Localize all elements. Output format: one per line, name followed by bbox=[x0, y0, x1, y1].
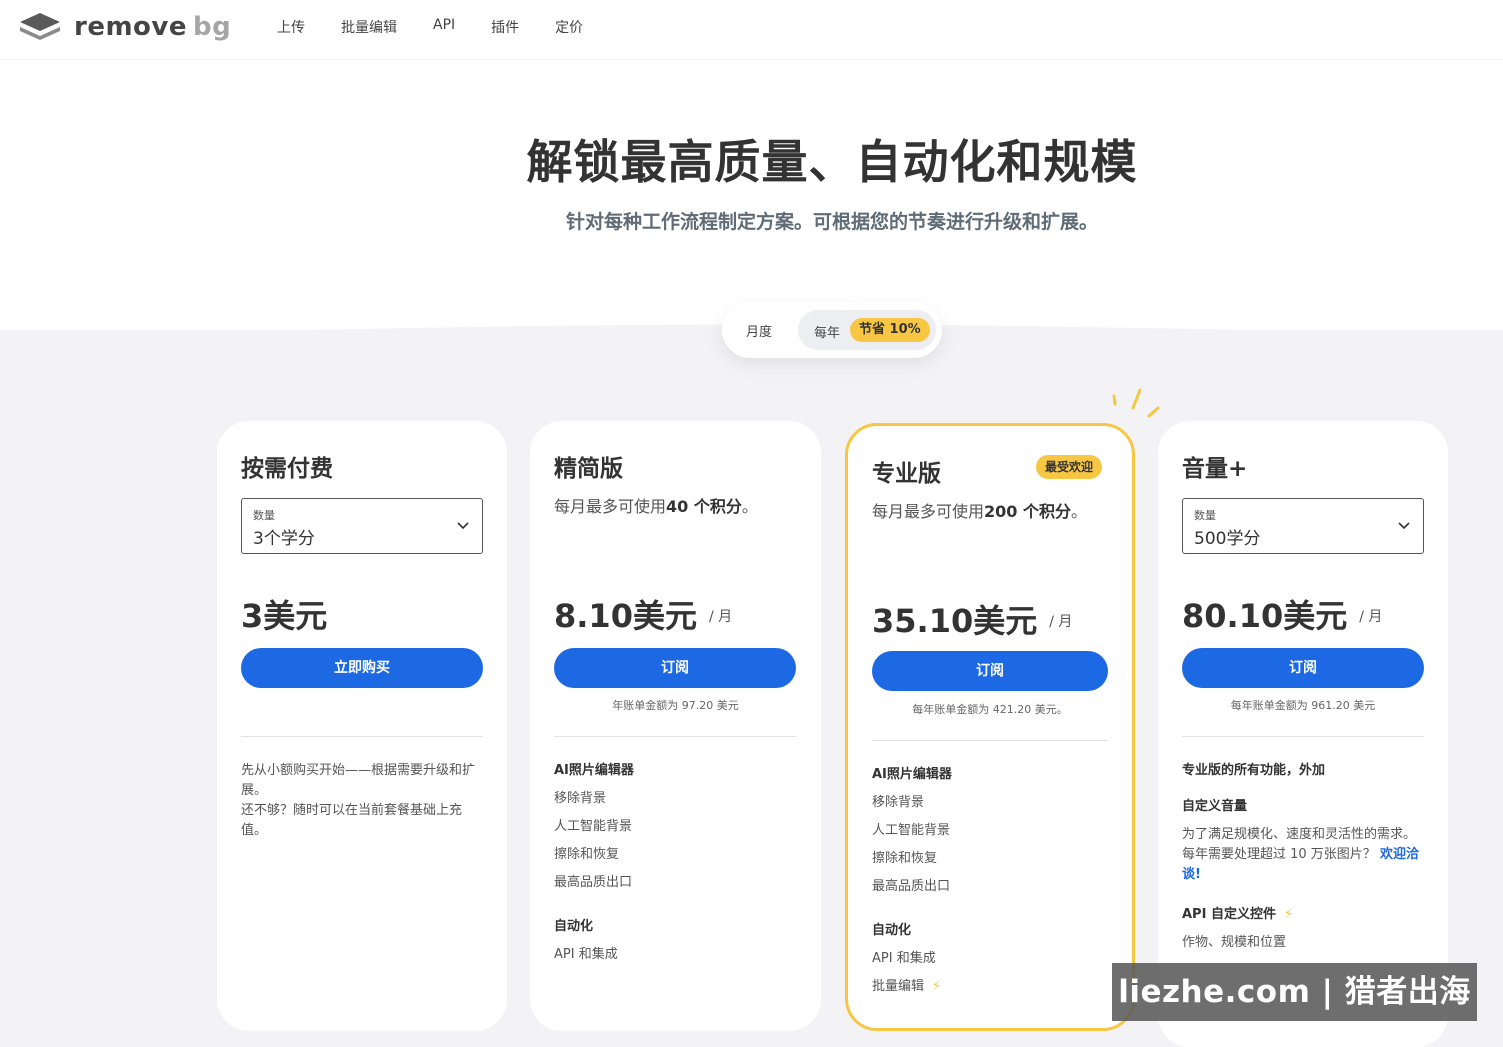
chevron-down-icon bbox=[457, 522, 469, 530]
billing-note: 每年账单金额为 961.20 美元 bbox=[1230, 699, 1376, 712]
select-label: 数量 bbox=[253, 509, 275, 522]
logo-text-bg: bg bbox=[193, 12, 232, 42]
nav-api[interactable]: API bbox=[433, 17, 455, 37]
billing-toggle: 月度 每年 节省 10% bbox=[722, 302, 942, 358]
nav-upload[interactable]: 上传 bbox=[277, 17, 305, 37]
select-value: 500学分 bbox=[1194, 529, 1261, 549]
price-period: / 月 bbox=[708, 609, 733, 625]
feature-group-title: 自动化 bbox=[554, 919, 594, 934]
nav-plugins[interactable]: 插件 bbox=[491, 17, 519, 37]
main-nav: 上传 批量编辑 API 插件 定价 bbox=[277, 17, 583, 37]
plan-description: 每月最多可使用40 个积分。 bbox=[554, 497, 758, 516]
feature-group-title: API 自定义控件 ⚡ bbox=[1182, 907, 1294, 922]
feature-group-title: AI照片编辑器 bbox=[872, 767, 952, 782]
divider bbox=[1182, 736, 1424, 737]
select-label: 数量 bbox=[1194, 509, 1216, 522]
nav-pricing[interactable]: 定价 bbox=[555, 17, 583, 37]
chevron-down-icon bbox=[1398, 522, 1410, 530]
subscribe-button[interactable]: 订阅 bbox=[872, 651, 1108, 691]
feature-item: 擦除和恢复 bbox=[554, 847, 620, 862]
price-period: / 月 bbox=[1049, 614, 1073, 630]
feature-item: API 和集成 bbox=[872, 951, 936, 966]
plan-price: 3美元 bbox=[241, 597, 328, 635]
divider bbox=[554, 736, 796, 737]
feature-list: AI照片编辑器 移除背景 人工智能背景 擦除和恢复 最高品质出口 自动化 API… bbox=[872, 765, 1118, 1005]
feature-item: API 和集成 bbox=[554, 947, 618, 962]
divider bbox=[241, 736, 483, 737]
plan-card-pro: 专业版 最受欢迎 每月最多可使用200 个积分。 35.10美元 / 月 订阅 每… bbox=[845, 423, 1135, 1031]
feature-item: 批量编辑 ⚡ bbox=[872, 979, 942, 994]
lightning-icon: ⚡ bbox=[932, 979, 942, 994]
credits-select[interactable]: 数量 500学分 bbox=[1182, 498, 1424, 554]
plan-price: 80.10美元 / 月 bbox=[1182, 597, 1383, 635]
plan-card-lite: 精简版 每月最多可使用40 个积分。 8.10美元 / 月 订阅 年账单金额为 9… bbox=[530, 421, 821, 1031]
feature-list: 专业版的所有功能，外加 自定义音量 为了满足规模化、速度和灵活性的需求。每年需要… bbox=[1182, 761, 1428, 961]
nav-bulk-edit[interactable]: 批量编辑 bbox=[341, 17, 397, 37]
feature-group-title: 自定义音量 bbox=[1182, 799, 1248, 814]
save-badge: 节省 10% bbox=[850, 318, 930, 342]
feature-item: 移除背景 bbox=[872, 795, 925, 810]
top-nav-bar: remove bg 上传 批量编辑 API 插件 定价 bbox=[0, 0, 1503, 60]
plan-title: 精简版 bbox=[554, 456, 623, 482]
billing-note: 每年账单金额为 421.20 美元。 bbox=[912, 703, 1068, 716]
billing-note: 年账单金额为 97.20 美元 bbox=[612, 699, 739, 712]
feature-item: 擦除和恢复 bbox=[872, 851, 938, 866]
plan-description-line: 先从小额购买开始——根据需要升级和扩展。 bbox=[241, 763, 476, 798]
sparkle-icon bbox=[1112, 388, 1160, 418]
plan-title: 按需付费 bbox=[241, 456, 333, 482]
plan-price: 8.10美元 / 月 bbox=[554, 597, 733, 635]
price-period: / 月 bbox=[1359, 609, 1383, 625]
plan-description: 先从小额购买开始——根据需要升级和扩展。 还不够？随时可以在当前套餐基础上充值。 bbox=[241, 761, 487, 841]
select-value: 3个学分 bbox=[253, 529, 315, 549]
feature-group-title: 自动化 bbox=[872, 923, 912, 938]
feature-group-title: AI照片编辑器 bbox=[554, 763, 634, 778]
page-title: 解锁最高质量、自动化和规模 bbox=[526, 135, 1138, 189]
toggle-yearly-label: 每年 bbox=[814, 326, 841, 341]
feature-item: 人工智能背景 bbox=[872, 823, 951, 838]
plan-card-volume-plus: 音量+ 数量 500学分 80.10美元 / 月 订阅 每年账单金额为 961.2… bbox=[1158, 421, 1448, 1047]
subscribe-button[interactable]: 订阅 bbox=[554, 648, 796, 688]
plan-price: 35.10美元 / 月 bbox=[872, 602, 1073, 640]
logo[interactable]: remove bg bbox=[18, 10, 231, 44]
feature-item: 人工智能背景 bbox=[554, 819, 633, 834]
feature-intro: 专业版的所有功能，外加 bbox=[1182, 763, 1326, 778]
feature-paragraph: 为了满足规模化、速度和灵活性的需求。每年需要处理超过 10 万张图片？ 欢迎洽谈… bbox=[1182, 827, 1419, 882]
watermark: liezhe.com | 猎者出海 bbox=[1112, 963, 1477, 1021]
plan-title: 音量+ bbox=[1182, 456, 1248, 482]
logo-layers-icon bbox=[20, 13, 60, 40]
logo-text-main: remove bbox=[74, 12, 187, 42]
feature-item: 移除背景 bbox=[554, 791, 607, 806]
toggle-monthly[interactable]: 月度 bbox=[746, 321, 772, 340]
toggle-yearly[interactable]: 每年 节省 10% bbox=[798, 310, 936, 350]
plan-title: 专业版 bbox=[872, 461, 941, 487]
buy-now-button[interactable]: 立即购买 bbox=[241, 648, 483, 688]
feature-item: 最高品质出口 bbox=[554, 875, 633, 890]
most-popular-badge: 最受欢迎 bbox=[1036, 455, 1103, 479]
subscribe-button[interactable]: 订阅 bbox=[1182, 648, 1424, 688]
divider bbox=[872, 740, 1108, 741]
lightning-icon: ⚡ bbox=[1283, 907, 1294, 922]
plan-card-pay-as-you-go: 按需付费 数量 3个学分 3美元 立即购买 先从小额购买开始——根据需要升级和扩… bbox=[217, 421, 507, 1031]
feature-item: 作物、规模和位置 bbox=[1182, 935, 1287, 950]
credits-select[interactable]: 数量 3个学分 bbox=[241, 498, 483, 554]
plan-description-line: 还不够？随时可以在当前套餐基础上充值。 bbox=[241, 803, 463, 838]
plan-description: 每月最多可使用200 个积分。 bbox=[872, 502, 1088, 521]
feature-list: AI照片编辑器 移除背景 人工智能背景 擦除和恢复 最高品质出口 自动化 API… bbox=[554, 761, 800, 973]
page-subtitle: 针对每种工作流程制定方案。可根据您的节奏进行升级和扩展。 bbox=[565, 211, 1098, 233]
feature-item: 最高品质出口 bbox=[872, 879, 951, 894]
